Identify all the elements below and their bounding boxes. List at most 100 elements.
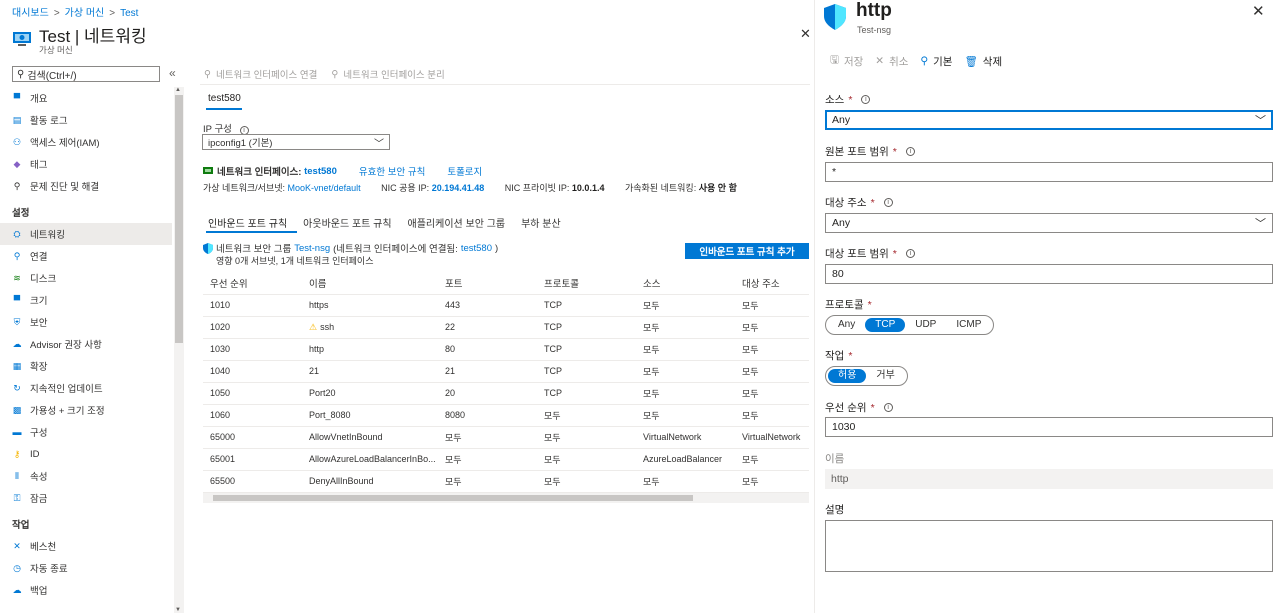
table-hscrollbar[interactable] bbox=[203, 493, 809, 503]
protocol-option-0[interactable]: Any bbox=[828, 318, 865, 332]
source-dropdown[interactable]: Any ﹀ bbox=[825, 110, 1273, 130]
table-row[interactable]: 65001 AllowAzureLoadBalancerInBo... 모두 모두 Az… bbox=[203, 448, 809, 471]
col-protocol[interactable]: 프로토콜 bbox=[537, 272, 636, 295]
cell-priority: 1030 bbox=[203, 338, 302, 361]
src-port-input[interactable]: * bbox=[825, 162, 1273, 182]
sidebar-item-config[interactable]: ▬ 구성 bbox=[0, 421, 172, 443]
table-row[interactable]: 1030 http 80 TCP 모두 모두 bbox=[203, 338, 809, 361]
tab-app-security-groups[interactable]: 애플리케이션 보안 그룹 bbox=[408, 215, 514, 230]
sidebar-item-label: 태그 bbox=[30, 160, 48, 171]
table-row[interactable]: 1040 21 21 TCP 모두 모두 bbox=[203, 360, 809, 383]
col-source[interactable]: 소스 bbox=[636, 272, 735, 295]
wrench-icon: ⚲ bbox=[13, 180, 21, 191]
sidebar-item-people[interactable]: ⚇ 액세스 제어(IAM) bbox=[0, 131, 172, 153]
sidebar-item-update[interactable]: ↻ 지속적인 업데이트 bbox=[0, 377, 172, 399]
sidebar-item-advisor[interactable]: ☁ Advisor 권장 사항 bbox=[0, 333, 172, 355]
nic-link[interactable]: test580 bbox=[304, 166, 337, 177]
collapse-icon[interactable]: « bbox=[169, 66, 176, 80]
tab-inbound-rules[interactable]: 인바운드 포트 규칙 bbox=[208, 215, 295, 230]
search-input[interactable]: ⚲ 검색(Ctrl+/) bbox=[12, 66, 160, 82]
effective-rules-link[interactable]: 유효한 보안 규칙 bbox=[359, 164, 425, 178]
breadcrumb-dashboard[interactable]: 대시보드 bbox=[12, 8, 49, 19]
breadcrumb-test[interactable]: Test bbox=[120, 8, 138, 19]
sidebar-item-network[interactable]: ⛭ 네트워킹 bbox=[0, 223, 172, 245]
topology-link[interactable]: 토폴로지 bbox=[447, 164, 482, 178]
cell-dest: 모두 bbox=[735, 338, 809, 361]
nsg-link[interactable]: Test-nsg bbox=[294, 243, 330, 254]
protocol-option-2[interactable]: UDP bbox=[905, 318, 946, 332]
breadcrumb-vms[interactable]: 가상 머신 bbox=[65, 8, 105, 19]
table-row[interactable]: 1010 https 443 TCP 모두 모두 bbox=[203, 294, 809, 317]
scroll-up-icon[interactable]: ▲ bbox=[175, 87, 181, 93]
table-row[interactable]: 65500 DenyAllInBound 모두 모두 모두 모두 bbox=[203, 470, 809, 493]
tab-load-balancing[interactable]: 부하 분산 bbox=[521, 215, 569, 230]
sidebar-item-properties[interactable]: ⦀ 속성 bbox=[0, 465, 172, 487]
col-destination[interactable]: 대상 주소 bbox=[735, 272, 809, 295]
table-row[interactable]: 1020 ⚠ ssh 22 TCP 모두 모두 bbox=[203, 316, 809, 339]
sidebar-item-bastion[interactable]: ✕ 베스천 bbox=[0, 535, 172, 557]
info-icon[interactable]: i bbox=[905, 147, 915, 156]
info-icon[interactable]: i bbox=[883, 198, 893, 207]
public-ip-link[interactable]: 20.194.41.48 bbox=[432, 183, 485, 193]
hscroll-thumb[interactable] bbox=[213, 495, 693, 501]
col-port[interactable]: 포트 bbox=[438, 272, 537, 295]
attached-nic-link[interactable]: test580 bbox=[461, 243, 492, 254]
save-button[interactable]: 🖫 저장 bbox=[830, 52, 863, 70]
sidebar-item-clock[interactable]: ◷ 자동 종료 bbox=[0, 557, 172, 579]
ipconfig-select[interactable]: ipconfig1 (기본) ﹀ bbox=[202, 134, 390, 150]
cell-source: 모두 bbox=[636, 382, 735, 405]
sidebar-item-availability[interactable]: ▩ 가용성 + 크기 조정 bbox=[0, 399, 172, 421]
description-textarea[interactable] bbox=[825, 520, 1273, 572]
tab-nic[interactable]: test580 bbox=[208, 93, 241, 104]
sidebar-item-security[interactable]: ⛨ 보안 bbox=[0, 311, 172, 333]
table-row[interactable]: 1060 Port_8080 8080 모두 모두 모두 bbox=[203, 404, 809, 427]
attach-nic-button[interactable]: ⚲ 네트워크 인터페이스 연결 bbox=[204, 67, 317, 82]
info-icon[interactable]: i bbox=[883, 403, 893, 412]
sidebar-item-size[interactable]: ▀ 크기 bbox=[0, 289, 172, 311]
close-icon: ✕ bbox=[875, 55, 885, 67]
vnet-link[interactable]: MooK-vnet/default bbox=[288, 183, 361, 193]
scroll-down-icon[interactable]: ▼ bbox=[175, 607, 181, 613]
sidebar-item-backup[interactable]: ☁ 백업 bbox=[0, 579, 172, 601]
sidebar-item-identity[interactable]: ⚷ ID bbox=[0, 443, 172, 465]
basic-button[interactable]: ⚲ 기본 bbox=[920, 52, 952, 70]
priority-input[interactable]: 1030 bbox=[825, 417, 1273, 437]
dest-dropdown[interactable]: Any ﹀ bbox=[825, 213, 1273, 233]
sidebar-item-connect[interactable]: ⚲ 연결 bbox=[0, 245, 172, 267]
network-icon: ⛭ bbox=[13, 228, 21, 239]
detach-nic-button[interactable]: ⚲ 네트워크 인터페이스 분리 bbox=[331, 67, 444, 82]
disk-icon: ≋ bbox=[13, 272, 21, 283]
col-priority[interactable]: 우선 순위 bbox=[203, 272, 302, 295]
name-label: 이름 bbox=[825, 453, 845, 465]
sidebar-item-extension[interactable]: ▦ 확장 bbox=[0, 355, 172, 377]
close-icon[interactable]: ✕ bbox=[1252, 2, 1265, 20]
sidebar-item-tag[interactable]: ◆ 태그 bbox=[0, 153, 172, 175]
info-icon[interactable]: i bbox=[861, 95, 871, 104]
action-option-0[interactable]: 허용 bbox=[828, 369, 867, 383]
sidebar-item-log[interactable]: ▤ 활동 로그 bbox=[0, 109, 172, 131]
delete-button[interactable]: 🗑 삭제 bbox=[964, 52, 1002, 70]
plug-icon: ⚲ bbox=[204, 68, 211, 80]
sidebar-item-wrench[interactable]: ⚲ 문제 진단 및 해결 bbox=[0, 175, 172, 197]
discard-button[interactable]: ✕ 취소 bbox=[875, 52, 908, 70]
sidebar-item-label: Advisor 권장 사항 bbox=[30, 340, 102, 351]
protocol-toggle: Any TCP UDP ICMP bbox=[825, 315, 995, 335]
protocol-option-3[interactable]: ICMP bbox=[946, 318, 991, 332]
scroll-thumb[interactable] bbox=[175, 95, 183, 343]
dest-port-input[interactable]: 80 bbox=[825, 264, 1273, 284]
protocol-option-1[interactable]: TCP bbox=[865, 318, 906, 332]
table-row[interactable]: 1050 Port20 20 TCP 모두 모두 bbox=[203, 382, 809, 405]
cell-dest: 모두 bbox=[735, 316, 809, 339]
col-name[interactable]: 이름 bbox=[302, 272, 438, 295]
sidebar-item-monitor[interactable]: ▀ 개요 bbox=[0, 87, 172, 109]
sidebar-item-lock[interactable]: ⚿ 잠금 bbox=[0, 487, 172, 509]
add-inbound-rule-button[interactable]: 인바운드 포트 규칙 추가 bbox=[685, 243, 809, 259]
sidebar-item-disk[interactable]: ≋ 디스크 bbox=[0, 267, 172, 289]
vnet-info-row: 가상 네트워크/서브넷: MooK-vnet/default NIC 공용 IP… bbox=[203, 183, 737, 193]
action-option-1[interactable]: 거부 bbox=[866, 369, 904, 383]
info-icon[interactable]: i bbox=[905, 249, 915, 258]
table-row[interactable]: 65000 AllowVnetInBound 모두 모두 VirtualNetwork V… bbox=[203, 426, 809, 449]
sidebar-scrollbar[interactable]: ▲ ▼ bbox=[174, 87, 184, 613]
tab-outbound-rules[interactable]: 아웃바운드 포트 규칙 bbox=[303, 215, 399, 230]
close-icon[interactable]: ✕ bbox=[800, 26, 811, 42]
